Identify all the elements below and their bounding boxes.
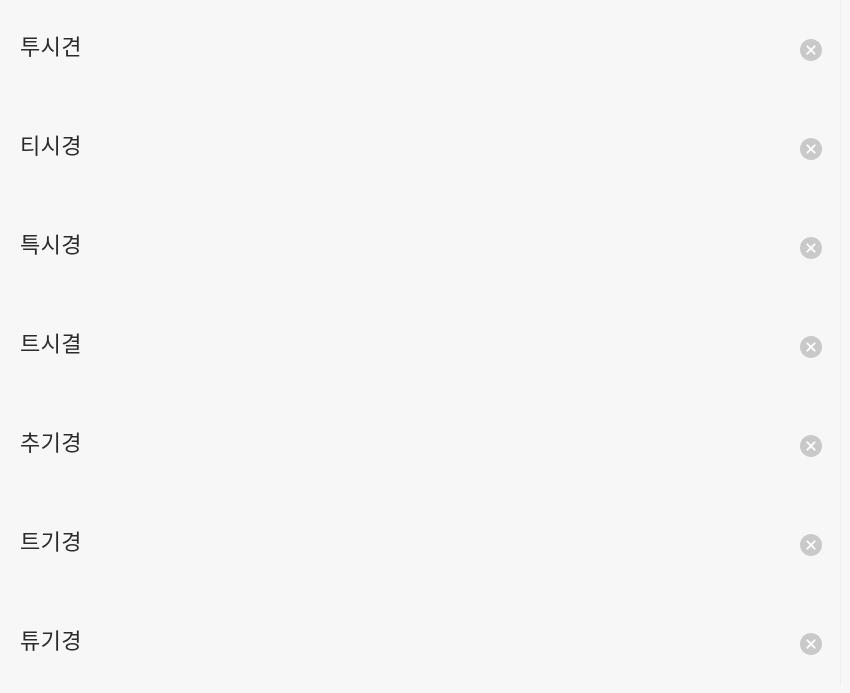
history-list-item[interactable]: 튜기경 — [0, 594, 850, 693]
history-list-item[interactable]: 트기경 — [0, 495, 850, 594]
history-item-label: 트기경 — [20, 531, 82, 557]
close-circle-icon[interactable] — [800, 137, 822, 160]
history-list-item[interactable]: 트시결 — [0, 297, 850, 396]
history-list-item[interactable]: 특시경 — [0, 198, 850, 297]
close-circle-icon[interactable] — [800, 335, 822, 358]
history-item-label: 특시경 — [20, 234, 82, 260]
history-item-label: 추기경 — [20, 432, 82, 458]
close-circle-icon[interactable] — [800, 632, 822, 655]
history-list-item[interactable]: 투시견 — [0, 0, 850, 99]
history-item-label: 티시경 — [20, 135, 82, 161]
close-circle-icon[interactable] — [800, 533, 822, 556]
vertical-scrollbar-track[interactable] — [840, 0, 841, 686]
search-history-list[interactable]: 투시견티시경특시경트시결추기경트기경튜기경 — [0, 0, 850, 693]
history-list-item[interactable]: 티시경 — [0, 99, 850, 198]
close-circle-icon[interactable] — [800, 38, 822, 61]
history-item-label: 튜기경 — [20, 630, 82, 656]
close-circle-icon[interactable] — [800, 236, 822, 259]
history-item-label: 투시견 — [20, 36, 82, 62]
history-item-label: 트시결 — [20, 333, 82, 359]
history-list-item[interactable]: 추기경 — [0, 396, 850, 495]
close-circle-icon[interactable] — [800, 434, 822, 457]
